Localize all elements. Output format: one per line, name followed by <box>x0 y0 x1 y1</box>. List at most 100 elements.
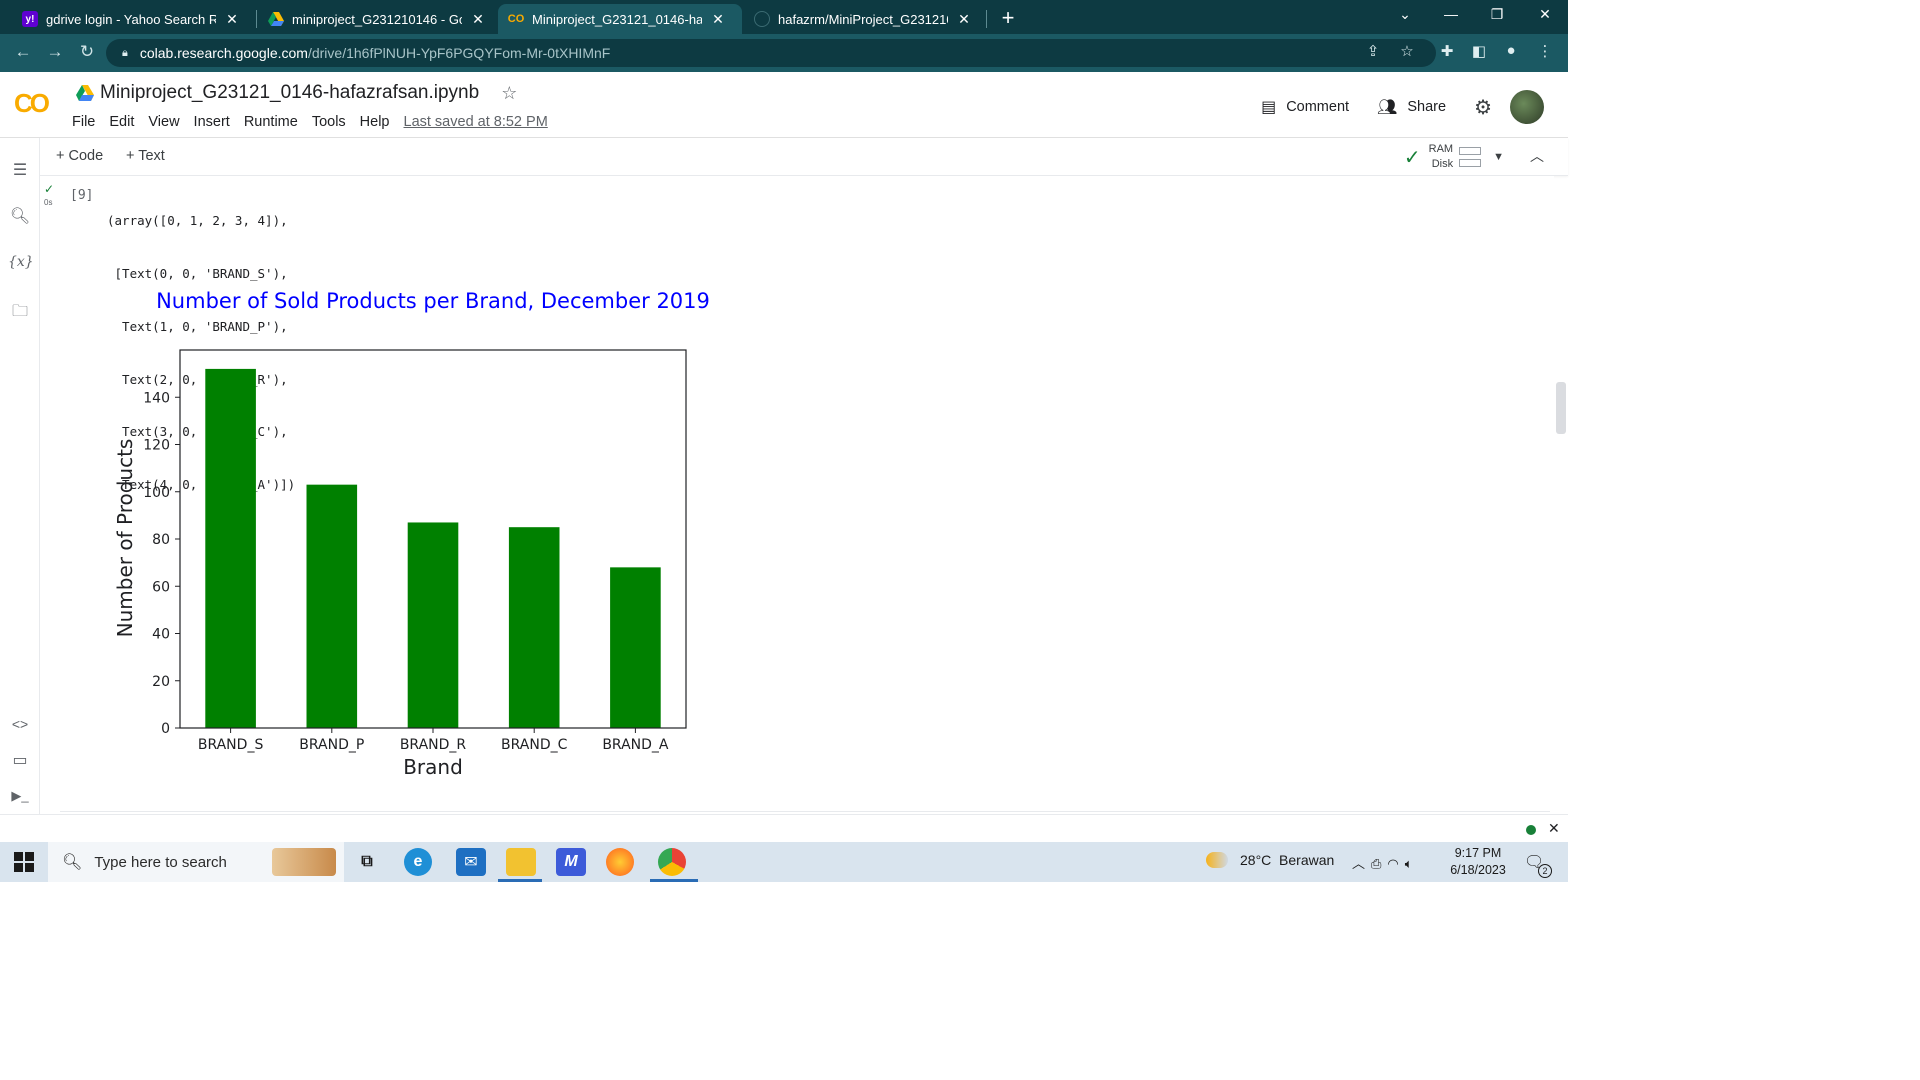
search-highlight-image[interactable] <box>272 848 336 876</box>
google-drive-icon <box>76 85 94 101</box>
status-bar: ✕ <box>0 814 1568 842</box>
menu-view[interactable]: View <box>148 114 179 130</box>
menu-insert[interactable]: Insert <box>194 114 230 130</box>
code-snippets-icon[interactable]: <> <box>8 716 32 732</box>
chrome-icon[interactable] <box>658 848 686 876</box>
x-tick-label: BRAND_A <box>602 737 669 753</box>
x-tick-label: BRAND_R <box>400 737 467 753</box>
folder-icon[interactable]: 🗀 <box>8 300 32 327</box>
browser-tab[interactable]: hafazrm/MiniProject_G23121014 ✕ <box>744 4 984 34</box>
close-icon[interactable]: ✕ <box>470 11 486 28</box>
extensions-icon[interactable]: ✚ <box>1436 42 1458 60</box>
scrollbar-thumb[interactable] <box>1556 382 1566 434</box>
chevron-up-icon[interactable]: ︿ <box>1352 856 1371 871</box>
new-tab-button[interactable]: + <box>996 5 1020 31</box>
close-icon[interactable]: ✕ <box>956 11 972 28</box>
x-axis-label: Brand <box>403 755 463 779</box>
tab-search-icon[interactable]: ⌄ <box>1390 6 1420 23</box>
back-icon[interactable]: ← <box>12 42 34 62</box>
y-axis-label: Number of Products <box>113 439 137 638</box>
profile-avatar-icon[interactable]: ● <box>1500 42 1522 59</box>
close-icon[interactable]: ✕ <box>710 11 726 28</box>
browser-tab-bar: y! gdrive login - Yahoo Search Resu ✕ mi… <box>0 0 1568 34</box>
add-text-button[interactable]: + Text <box>126 148 165 164</box>
last-saved-link[interactable]: Last saved at 8:52 PM <box>404 114 548 130</box>
menu-runtime[interactable]: Runtime <box>244 114 298 130</box>
forward-icon[interactable]: → <box>44 42 66 62</box>
minimize-icon[interactable]: — <box>1436 6 1466 22</box>
comment-icon: ▤ <box>1261 99 1277 116</box>
colab-icon: CO <box>507 13 525 25</box>
url-host: colab.research.google.com <box>139 45 308 61</box>
volume-icon[interactable]: 🔈︎ <box>1405 856 1419 871</box>
y-tick-label: 20 <box>152 674 170 690</box>
clock-date: 6/18/2023 <box>1450 863 1506 877</box>
clock-time: 9:17 PM <box>1454 846 1502 860</box>
search-icon[interactable]: 🔍︎ <box>8 206 32 226</box>
execution-count: [9] <box>70 188 94 203</box>
url-input[interactable]: 🔒︎ colab.research.google.com/drive/1h6fP… <box>106 39 1436 67</box>
code-cell[interactable]: ✓ 0s [9] (array([0, 1, 2, 3, 4]), [Text(… <box>40 176 1554 812</box>
y-tick-label: 40 <box>152 627 170 643</box>
firefox-icon[interactable] <box>606 848 634 876</box>
chevron-up-icon[interactable]: ︿ <box>1530 146 1544 166</box>
execution-time: 0s <box>44 198 53 207</box>
weather-text: 28°C Berawan <box>1240 852 1335 868</box>
reload-icon[interactable]: ↻ <box>76 42 98 62</box>
github-icon <box>754 11 770 27</box>
share-page-icon[interactable]: ⇪ <box>1362 42 1384 60</box>
avatar[interactable] <box>1510 90 1544 124</box>
weather-widget[interactable]: 28°C Berawan <box>1206 852 1334 868</box>
gear-icon[interactable]: ⚙ <box>1474 95 1492 120</box>
browser-tab[interactable]: y! gdrive login - Yahoo Search Resu ✕ <box>12 4 254 34</box>
comment-button[interactable]: ▤ Comment <box>1261 97 1349 117</box>
close-icon[interactable]: ✕ <box>224 11 240 28</box>
google-drive-icon <box>268 11 284 27</box>
chevron-down-icon[interactable]: ▼ <box>1493 151 1504 163</box>
restore-icon[interactable]: ❐ <box>1482 6 1512 23</box>
share-button[interactable]: 👥︎ Share <box>1377 97 1446 117</box>
menu-tools[interactable]: Tools <box>312 114 346 130</box>
menu-edit[interactable]: Edit <box>109 114 134 130</box>
menu-help[interactable]: Help <box>360 114 390 130</box>
clock[interactable]: 9:17 PM 6/18/2023 <box>1442 845 1514 879</box>
terminal-icon[interactable]: ▶_ <box>8 788 32 804</box>
browser-tab-active[interactable]: CO Miniproject_G23121_0146-hafazr ✕ <box>498 4 742 34</box>
colab-logo[interactable]: CO <box>14 88 50 119</box>
notification-badge: 2 <box>1538 864 1552 878</box>
browser-address-bar: ← → ↻ 🔒︎ colab.research.google.com/drive… <box>0 34 1568 72</box>
windows-start-icon[interactable] <box>14 852 34 872</box>
notebook-toolbar: + Code + Text ✓ RAM Disk ▼ ︿ <box>40 138 1568 176</box>
more-menu-icon[interactable]: ⋮ <box>1534 42 1556 60</box>
resources-indicator[interactable]: ✓ RAM Disk ▼ <box>1404 142 1504 172</box>
command-palette-icon[interactable]: ▭ <box>8 750 32 770</box>
close-icon[interactable]: ✕ <box>1548 820 1560 837</box>
wifi-icon[interactable]: ◠ <box>1387 856 1404 871</box>
x-tick-label: BRAND_S <box>198 737 264 753</box>
edge-icon[interactable]: e <box>404 848 432 876</box>
notebook-title[interactable]: Miniproject_G23121_0146-hafazrafsan.ipyn… <box>100 82 479 104</box>
bookmark-star-icon[interactable]: ☆ <box>1396 42 1418 60</box>
menu-file[interactable]: File <box>72 114 95 130</box>
browser-tab[interactable]: miniproject_G231210146 - Googl ✕ <box>258 4 496 34</box>
x-tick-label: BRAND_P <box>299 737 364 753</box>
table-of-contents-icon[interactable]: ☰ <box>8 160 32 180</box>
system-tray[interactable]: ︿⎙◠🔈︎ <box>1352 853 1419 872</box>
y-tick-label: 60 <box>152 579 170 595</box>
tab-title: miniproject_G231210146 - Googl <box>292 11 462 27</box>
disk-bar <box>1459 159 1482 167</box>
variables-icon[interactable]: {x} <box>8 254 34 270</box>
window-close-icon[interactable]: ✕ <box>1530 6 1560 23</box>
cell-divider <box>60 811 1550 812</box>
app-icon[interactable]: M <box>556 848 586 876</box>
star-icon[interactable]: ☆ <box>501 83 517 104</box>
header-actions: ▤ Comment 👥︎ Share ⚙ <box>1261 90 1568 124</box>
left-sidebar: ☰ 🔍︎ {x} 🗀 <> ▭ ▶_ <box>0 138 40 814</box>
mail-icon[interactable]: ✉ <box>456 848 486 876</box>
taskbar: 🔍︎ Type here to search ⧉ e ✉ M 28°C Bera… <box>0 842 1568 882</box>
side-panel-icon[interactable]: ◧ <box>1468 42 1490 60</box>
device-icon[interactable]: ⎙ <box>1371 856 1387 871</box>
task-view-icon[interactable]: ⧉ <box>352 848 382 876</box>
add-code-button[interactable]: + Code <box>56 148 103 164</box>
file-explorer-icon[interactable] <box>506 848 536 876</box>
